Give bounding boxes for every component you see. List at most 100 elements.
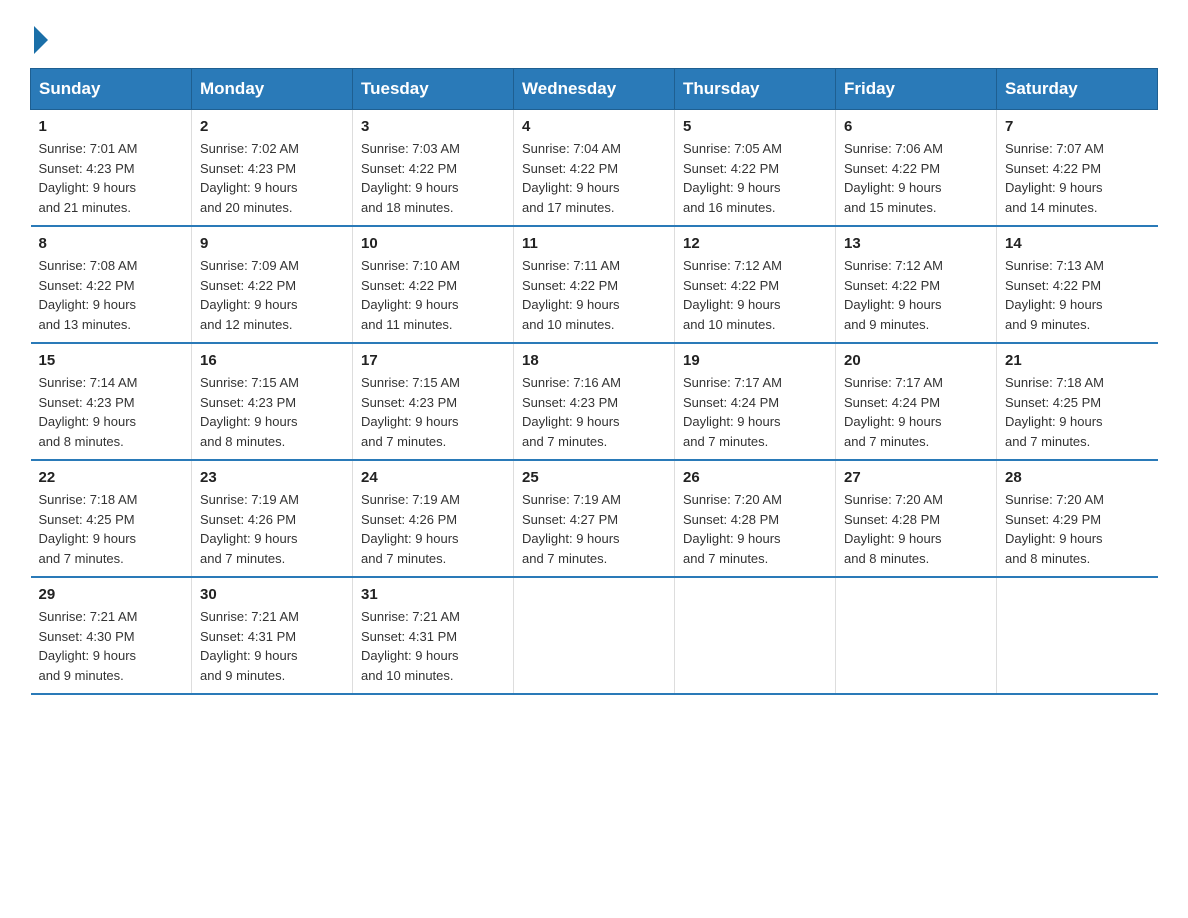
daylight-label: Daylight: 9 hours bbox=[361, 414, 459, 429]
day-info: Sunrise: 7:10 AM Sunset: 4:22 PM Dayligh… bbox=[361, 256, 505, 334]
calendar-cell: 1 Sunrise: 7:01 AM Sunset: 4:23 PM Dayli… bbox=[31, 110, 192, 227]
calendar-cell: 4 Sunrise: 7:04 AM Sunset: 4:22 PM Dayli… bbox=[514, 110, 675, 227]
sunset-label: Sunset: 4:23 PM bbox=[361, 395, 457, 410]
sunset-label: Sunset: 4:22 PM bbox=[200, 278, 296, 293]
day-number: 27 bbox=[844, 469, 988, 486]
sunrise-label: Sunrise: 7:15 AM bbox=[361, 375, 460, 390]
sunset-label: Sunset: 4:22 PM bbox=[1005, 161, 1101, 176]
daylight-label: Daylight: 9 hours bbox=[522, 297, 620, 312]
calendar-header: SundayMondayTuesdayWednesdayThursdayFrid… bbox=[31, 69, 1158, 110]
sunset-label: Sunset: 4:22 PM bbox=[844, 161, 940, 176]
sunrise-label: Sunrise: 7:15 AM bbox=[200, 375, 299, 390]
sunset-label: Sunset: 4:25 PM bbox=[39, 512, 135, 527]
day-of-week-header: Saturday bbox=[997, 69, 1158, 110]
day-info: Sunrise: 7:06 AM Sunset: 4:22 PM Dayligh… bbox=[844, 139, 988, 217]
calendar-cell: 25 Sunrise: 7:19 AM Sunset: 4:27 PM Dayl… bbox=[514, 460, 675, 577]
daylight-minutes: and 12 minutes. bbox=[200, 317, 293, 332]
calendar-cell: 18 Sunrise: 7:16 AM Sunset: 4:23 PM Dayl… bbox=[514, 343, 675, 460]
daylight-minutes: and 15 minutes. bbox=[844, 200, 937, 215]
daylight-label: Daylight: 9 hours bbox=[200, 531, 298, 546]
daylight-minutes: and 8 minutes. bbox=[200, 434, 285, 449]
sunset-label: Sunset: 4:28 PM bbox=[683, 512, 779, 527]
calendar-cell: 15 Sunrise: 7:14 AM Sunset: 4:23 PM Dayl… bbox=[31, 343, 192, 460]
day-info: Sunrise: 7:04 AM Sunset: 4:22 PM Dayligh… bbox=[522, 139, 666, 217]
daylight-minutes: and 17 minutes. bbox=[522, 200, 615, 215]
day-number: 11 bbox=[522, 235, 666, 252]
sunrise-label: Sunrise: 7:10 AM bbox=[361, 258, 460, 273]
daylight-minutes: and 7 minutes. bbox=[39, 551, 124, 566]
sunset-label: Sunset: 4:22 PM bbox=[361, 161, 457, 176]
daylight-minutes: and 9 minutes. bbox=[1005, 317, 1090, 332]
sunrise-label: Sunrise: 7:16 AM bbox=[522, 375, 621, 390]
day-number: 30 bbox=[200, 586, 344, 603]
sunrise-label: Sunrise: 7:03 AM bbox=[361, 141, 460, 156]
daylight-label: Daylight: 9 hours bbox=[683, 531, 781, 546]
daylight-label: Daylight: 9 hours bbox=[683, 297, 781, 312]
daylight-minutes: and 10 minutes. bbox=[361, 668, 454, 683]
day-number: 1 bbox=[39, 118, 184, 135]
daylight-minutes: and 7 minutes. bbox=[361, 434, 446, 449]
calendar-cell: 21 Sunrise: 7:18 AM Sunset: 4:25 PM Dayl… bbox=[997, 343, 1158, 460]
daylight-label: Daylight: 9 hours bbox=[200, 180, 298, 195]
sunset-label: Sunset: 4:23 PM bbox=[200, 395, 296, 410]
calendar-cell: 9 Sunrise: 7:09 AM Sunset: 4:22 PM Dayli… bbox=[192, 226, 353, 343]
sunset-label: Sunset: 4:22 PM bbox=[522, 278, 618, 293]
day-info: Sunrise: 7:07 AM Sunset: 4:22 PM Dayligh… bbox=[1005, 139, 1150, 217]
sunrise-label: Sunrise: 7:08 AM bbox=[39, 258, 138, 273]
daylight-label: Daylight: 9 hours bbox=[361, 180, 459, 195]
day-info: Sunrise: 7:11 AM Sunset: 4:22 PM Dayligh… bbox=[522, 256, 666, 334]
day-number: 15 bbox=[39, 352, 184, 369]
daylight-minutes: and 9 minutes. bbox=[844, 317, 929, 332]
day-number: 28 bbox=[1005, 469, 1150, 486]
daylight-label: Daylight: 9 hours bbox=[39, 648, 137, 663]
calendar-cell bbox=[514, 577, 675, 694]
calendar-cell: 24 Sunrise: 7:19 AM Sunset: 4:26 PM Dayl… bbox=[353, 460, 514, 577]
day-number: 5 bbox=[683, 118, 827, 135]
day-info: Sunrise: 7:12 AM Sunset: 4:22 PM Dayligh… bbox=[683, 256, 827, 334]
day-number: 20 bbox=[844, 352, 988, 369]
daylight-label: Daylight: 9 hours bbox=[361, 297, 459, 312]
logo-arrow-icon bbox=[34, 26, 48, 54]
calendar-cell: 14 Sunrise: 7:13 AM Sunset: 4:22 PM Dayl… bbox=[997, 226, 1158, 343]
day-number: 26 bbox=[683, 469, 827, 486]
daylight-minutes: and 7 minutes. bbox=[1005, 434, 1090, 449]
days-of-week-row: SundayMondayTuesdayWednesdayThursdayFrid… bbox=[31, 69, 1158, 110]
daylight-minutes: and 11 minutes. bbox=[361, 317, 453, 332]
sunrise-label: Sunrise: 7:20 AM bbox=[844, 492, 943, 507]
daylight-minutes: and 8 minutes. bbox=[1005, 551, 1090, 566]
day-info: Sunrise: 7:19 AM Sunset: 4:27 PM Dayligh… bbox=[522, 490, 666, 568]
day-number: 24 bbox=[361, 469, 505, 486]
day-number: 7 bbox=[1005, 118, 1150, 135]
day-of-week-header: Wednesday bbox=[514, 69, 675, 110]
day-info: Sunrise: 7:15 AM Sunset: 4:23 PM Dayligh… bbox=[200, 373, 344, 451]
calendar-week-row: 22 Sunrise: 7:18 AM Sunset: 4:25 PM Dayl… bbox=[31, 460, 1158, 577]
sunset-label: Sunset: 4:23 PM bbox=[522, 395, 618, 410]
sunrise-label: Sunrise: 7:13 AM bbox=[1005, 258, 1104, 273]
sunset-label: Sunset: 4:30 PM bbox=[39, 629, 135, 644]
sunrise-label: Sunrise: 7:19 AM bbox=[361, 492, 460, 507]
day-number: 14 bbox=[1005, 235, 1150, 252]
daylight-label: Daylight: 9 hours bbox=[522, 180, 620, 195]
calendar-body: 1 Sunrise: 7:01 AM Sunset: 4:23 PM Dayli… bbox=[31, 110, 1158, 695]
daylight-label: Daylight: 9 hours bbox=[39, 531, 137, 546]
day-number: 13 bbox=[844, 235, 988, 252]
day-of-week-header: Thursday bbox=[675, 69, 836, 110]
calendar-cell: 27 Sunrise: 7:20 AM Sunset: 4:28 PM Dayl… bbox=[836, 460, 997, 577]
day-info: Sunrise: 7:21 AM Sunset: 4:31 PM Dayligh… bbox=[200, 607, 344, 685]
daylight-label: Daylight: 9 hours bbox=[844, 531, 942, 546]
day-info: Sunrise: 7:14 AM Sunset: 4:23 PM Dayligh… bbox=[39, 373, 184, 451]
daylight-label: Daylight: 9 hours bbox=[361, 648, 459, 663]
calendar-week-row: 1 Sunrise: 7:01 AM Sunset: 4:23 PM Dayli… bbox=[31, 110, 1158, 227]
sunrise-label: Sunrise: 7:11 AM bbox=[522, 258, 620, 273]
daylight-minutes: and 9 minutes. bbox=[200, 668, 285, 683]
sunrise-label: Sunrise: 7:21 AM bbox=[39, 609, 138, 624]
daylight-minutes: and 10 minutes. bbox=[522, 317, 615, 332]
sunrise-label: Sunrise: 7:09 AM bbox=[200, 258, 299, 273]
calendar-cell bbox=[836, 577, 997, 694]
daylight-minutes: and 8 minutes. bbox=[844, 551, 929, 566]
sunset-label: Sunset: 4:22 PM bbox=[361, 278, 457, 293]
day-info: Sunrise: 7:20 AM Sunset: 4:29 PM Dayligh… bbox=[1005, 490, 1150, 568]
sunrise-label: Sunrise: 7:19 AM bbox=[522, 492, 621, 507]
sunset-label: Sunset: 4:25 PM bbox=[1005, 395, 1101, 410]
day-number: 23 bbox=[200, 469, 344, 486]
